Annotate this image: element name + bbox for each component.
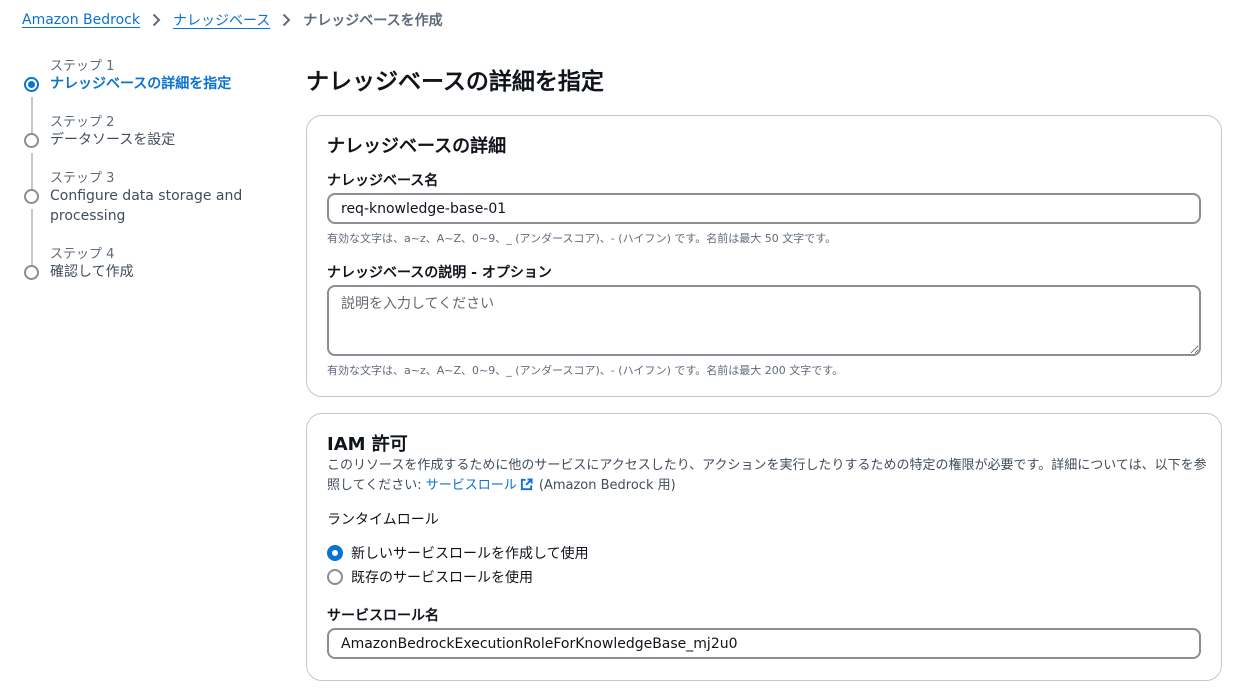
page-title: ナレッジベースの詳細を指定	[306, 69, 604, 95]
iam-description-suffix: (Amazon Bedrock 用)	[534, 478, 676, 493]
knowledge-base-name-input[interactable]	[327, 193, 1201, 224]
step-number: ステップ 3	[50, 171, 115, 186]
step-number: ステップ 4	[50, 247, 115, 262]
iam-description: このリソースを作成するために他のサービスにアクセスしたり、アクションを実行したり…	[327, 456, 1207, 498]
knowledge-base-name-label: ナレッジベース名	[327, 173, 439, 189]
knowledge-base-details-panel: ナレッジベースの詳細 ナレッジベース名 有効な文字は、a~z、A~Z、0~9、_…	[306, 115, 1222, 397]
step-indicator-icon	[24, 133, 39, 148]
radio-label: 既存のサービスロールを使用	[351, 570, 533, 586]
step-title: 確認して作成	[50, 264, 134, 280]
service-role-name-label: サービスロール名	[327, 608, 439, 624]
knowledge-base-description-label: ナレッジベースの説明 - オプション	[327, 265, 552, 281]
name-constraint-text: 有効な文字は、a~z、A~Z、0~9、_ (アンダースコア)、- (ハイフン) …	[327, 232, 837, 245]
breadcrumb-current: ナレッジベースを作成	[303, 13, 443, 29]
step-title: データソースを設定	[50, 132, 176, 148]
step-indicator-icon	[24, 189, 39, 204]
radio-checked-icon[interactable]	[327, 545, 343, 561]
radio-use-existing-service-role[interactable]: 既存のサービスロールを使用	[327, 567, 533, 587]
radio-label: 新しいサービスロールを作成して使用	[351, 546, 589, 562]
radio-create-new-service-role[interactable]: 新しいサービスロールを作成して使用	[327, 543, 589, 563]
breadcrumb: Amazon Bedrock ナレッジベース ナレッジベースを作成	[22, 10, 443, 30]
chevron-right-icon	[282, 13, 291, 27]
external-link-icon[interactable]	[520, 478, 533, 498]
panel-title: ナレッジベースの詳細	[327, 136, 507, 157]
panel-title: IAM 許可	[327, 434, 408, 455]
breadcrumb-item-amazon-bedrock[interactable]: Amazon Bedrock	[22, 12, 140, 28]
step-number: ステップ 1	[50, 59, 115, 74]
service-role-link[interactable]: サービスロール	[426, 478, 517, 493]
knowledge-base-description-input[interactable]	[327, 285, 1201, 356]
step-number: ステップ 2	[50, 115, 115, 130]
step-current-indicator-icon	[24, 77, 39, 92]
radio-unchecked-icon[interactable]	[327, 569, 343, 585]
step-title: Configure data storage and processing	[50, 188, 243, 224]
service-role-name-input[interactable]	[327, 628, 1201, 659]
iam-permissions-panel: IAM 許可 このリソースを作成するために他のサービスにアクセスしたり、アクショ…	[306, 413, 1222, 681]
breadcrumb-item-knowledge-base[interactable]: ナレッジベース	[173, 10, 270, 30]
step-title[interactable]: ナレッジベースの詳細を指定	[50, 74, 270, 94]
step-indicator-icon	[24, 265, 39, 280]
runtime-role-label: ランタイムロール	[327, 512, 439, 528]
chevron-right-icon	[152, 13, 161, 27]
description-constraint-text: 有効な文字は、a~z、A~Z、0~9、_ (アンダースコア)、- (ハイフン) …	[327, 364, 844, 377]
